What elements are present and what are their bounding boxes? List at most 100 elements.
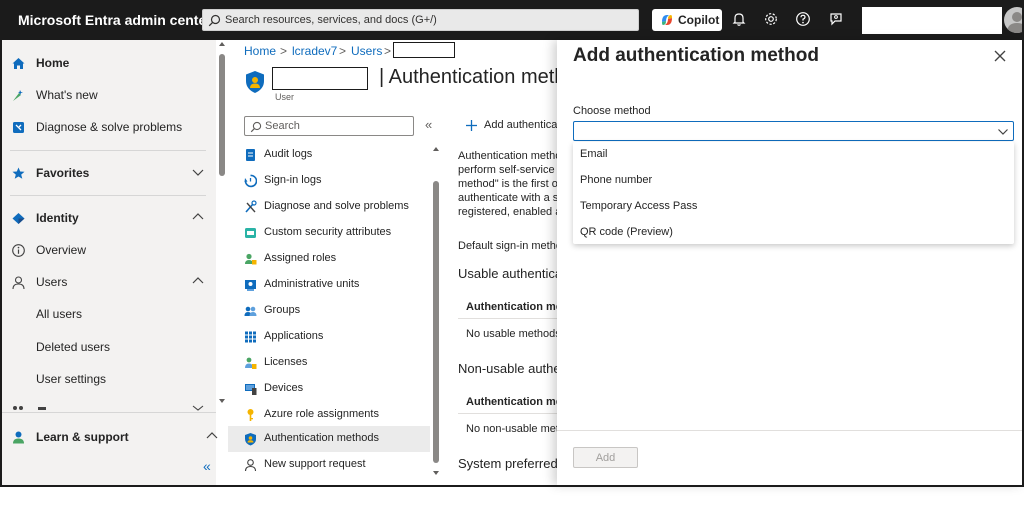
avatar[interactable]: [1004, 7, 1024, 33]
copilot-button[interactable]: Copilot: [652, 9, 722, 31]
menu-sign-in-logs[interactable]: Sign-in logs: [228, 168, 430, 194]
add-button[interactable]: Add: [573, 447, 638, 468]
global-search-input[interactable]: Search resources, services, and docs (G+…: [202, 9, 639, 31]
audit-logs-icon: [244, 148, 257, 162]
table-divider: [458, 413, 558, 414]
nav-diagnose-solve[interactable]: Diagnose & solve problems: [2, 112, 216, 142]
gear-icon[interactable]: [763, 11, 781, 29]
menu-devices[interactable]: Devices: [228, 376, 430, 402]
nav-whats-new[interactable]: What's new: [2, 80, 216, 110]
whats-new-icon: [11, 88, 26, 103]
nav-identity[interactable]: Identity: [2, 203, 216, 233]
menu-administrative-units[interactable]: Administrative units: [228, 272, 430, 298]
left-nav-scrollbar[interactable]: [218, 40, 226, 408]
nav-deleted-users[interactable]: Deleted users: [2, 332, 216, 362]
identity-icon: [11, 211, 26, 226]
panel-title: Add authentication method: [573, 45, 819, 66]
description-line: authenticate with a se: [458, 192, 565, 204]
devices-icon: [244, 382, 257, 396]
non-usable-methods-heading: Non-usable authen: [458, 361, 568, 376]
shield-user-icon: [245, 70, 265, 94]
menu-diagnose-solve[interactable]: Diagnose and solve problems: [228, 194, 430, 220]
nav-divider: [10, 150, 206, 151]
bell-icon[interactable]: [731, 11, 749, 29]
menu-custom-security-attributes[interactable]: Custom security attributes: [228, 220, 430, 246]
option-temporary-access-pass[interactable]: Temporary Access Pass: [573, 194, 1014, 220]
default-sign-in-method: Default sign-in metho: [458, 240, 562, 252]
diagnose-icon: [11, 120, 26, 135]
applications-icon: [244, 330, 257, 344]
app-title[interactable]: Microsoft Entra admin center: [18, 12, 212, 28]
option-phone-number[interactable]: Phone number: [573, 168, 1014, 194]
key-icon: [244, 408, 257, 422]
chevron-up-icon[interactable]: [205, 431, 219, 441]
option-email[interactable]: Email: [573, 142, 1014, 168]
breadcrumb-users[interactable]: Users: [351, 44, 382, 58]
shield-icon: [244, 432, 257, 446]
learn-support-icon: [11, 430, 26, 445]
sign-in-logs-icon: [244, 174, 257, 188]
roles-icon: [244, 252, 257, 266]
nav-favorites[interactable]: Favorites: [2, 158, 216, 188]
nav-groups-partial[interactable]: [11, 405, 211, 411]
collapse-nav-button[interactable]: «: [203, 458, 211, 474]
nav-all-users[interactable]: All users: [2, 299, 216, 329]
licenses-icon: [244, 356, 257, 370]
menu-applications[interactable]: Applications: [228, 324, 430, 350]
collapse-resource-menu-button[interactable]: «: [425, 117, 432, 132]
groups-icon: [244, 304, 257, 318]
chevron-up-icon[interactable]: [191, 212, 205, 222]
security-attributes-icon: [244, 226, 257, 240]
menu-licenses[interactable]: Licenses: [228, 350, 430, 376]
account-name-box[interactable]: [862, 7, 1002, 34]
add-authentication-method-panel: Add authentication method Choose method …: [557, 40, 1024, 485]
add-authentication-method-button[interactable]: Add authenticat: [462, 117, 562, 135]
chevron-down-icon[interactable]: [191, 167, 205, 177]
resource-menu-search-placeholder: Search: [265, 120, 300, 132]
breadcrumb-separator: >: [384, 44, 392, 58]
menu-new-support-request[interactable]: New support request: [228, 452, 430, 478]
user-name-redacted: [272, 67, 368, 90]
menu-groups[interactable]: Groups: [228, 298, 430, 324]
menu-authentication-methods[interactable]: Authentication methods: [228, 426, 430, 452]
close-icon[interactable]: [993, 49, 1007, 63]
breadcrumb-tenant[interactable]: lcradev7: [292, 44, 337, 58]
menu-audit-logs[interactable]: Audit logs: [228, 142, 430, 168]
global-search-placeholder: Search resources, services, and docs (G+…: [225, 14, 437, 26]
description-line: registered, enabled ac: [458, 206, 567, 218]
menu-azure-role-assignments[interactable]: Azure role assignments: [228, 402, 430, 428]
nav-home[interactable]: Home: [2, 48, 216, 78]
nav-divider: [10, 195, 206, 196]
nav-learn-support[interactable]: Learn & support: [2, 422, 219, 452]
feedback-icon[interactable]: [828, 11, 846, 29]
choose-method-dropdown[interactable]: [573, 121, 1014, 141]
breadcrumb-home[interactable]: Home: [244, 44, 276, 58]
star-icon: [11, 166, 26, 181]
breadcrumb-separator: >: [339, 44, 347, 58]
description-line: method" is the first or: [458, 178, 562, 190]
breadcrumb-separator: >: [280, 44, 288, 58]
usable-methods-empty: No usable methods: [466, 328, 561, 340]
nav-users[interactable]: Users: [2, 267, 216, 297]
system-preferred-heading: System preferred n: [458, 456, 569, 471]
table-divider: [458, 318, 558, 319]
non-usable-methods-column-header: Authentication met: [466, 396, 566, 408]
resource-menu-search-input[interactable]: Search: [244, 116, 414, 136]
resource-menu-scroll-thumb[interactable]: [433, 181, 439, 463]
choose-method-label: Choose method: [573, 105, 651, 117]
left-navigation: Home What's new Diagnose & solve problem…: [2, 40, 219, 485]
nav-overview[interactable]: Overview: [2, 235, 216, 265]
support-icon: [244, 458, 257, 472]
left-nav-scroll-thumb[interactable]: [219, 54, 225, 176]
nav-user-settings[interactable]: User settings: [2, 364, 216, 394]
page-subtitle: User: [275, 92, 295, 102]
copilot-label: Copilot: [678, 13, 720, 27]
panel-footer-divider: [557, 430, 1024, 431]
menu-assigned-roles[interactable]: Assigned roles: [228, 246, 430, 272]
option-qr-code-preview[interactable]: QR code (Preview): [573, 220, 1014, 246]
description-line: perform self-service p: [458, 164, 564, 176]
resource-menu-scrollbar[interactable]: [432, 145, 440, 479]
chevron-up-icon[interactable]: [191, 276, 205, 286]
breadcrumb-user-redacted[interactable]: [393, 42, 455, 58]
help-icon[interactable]: [795, 11, 813, 29]
